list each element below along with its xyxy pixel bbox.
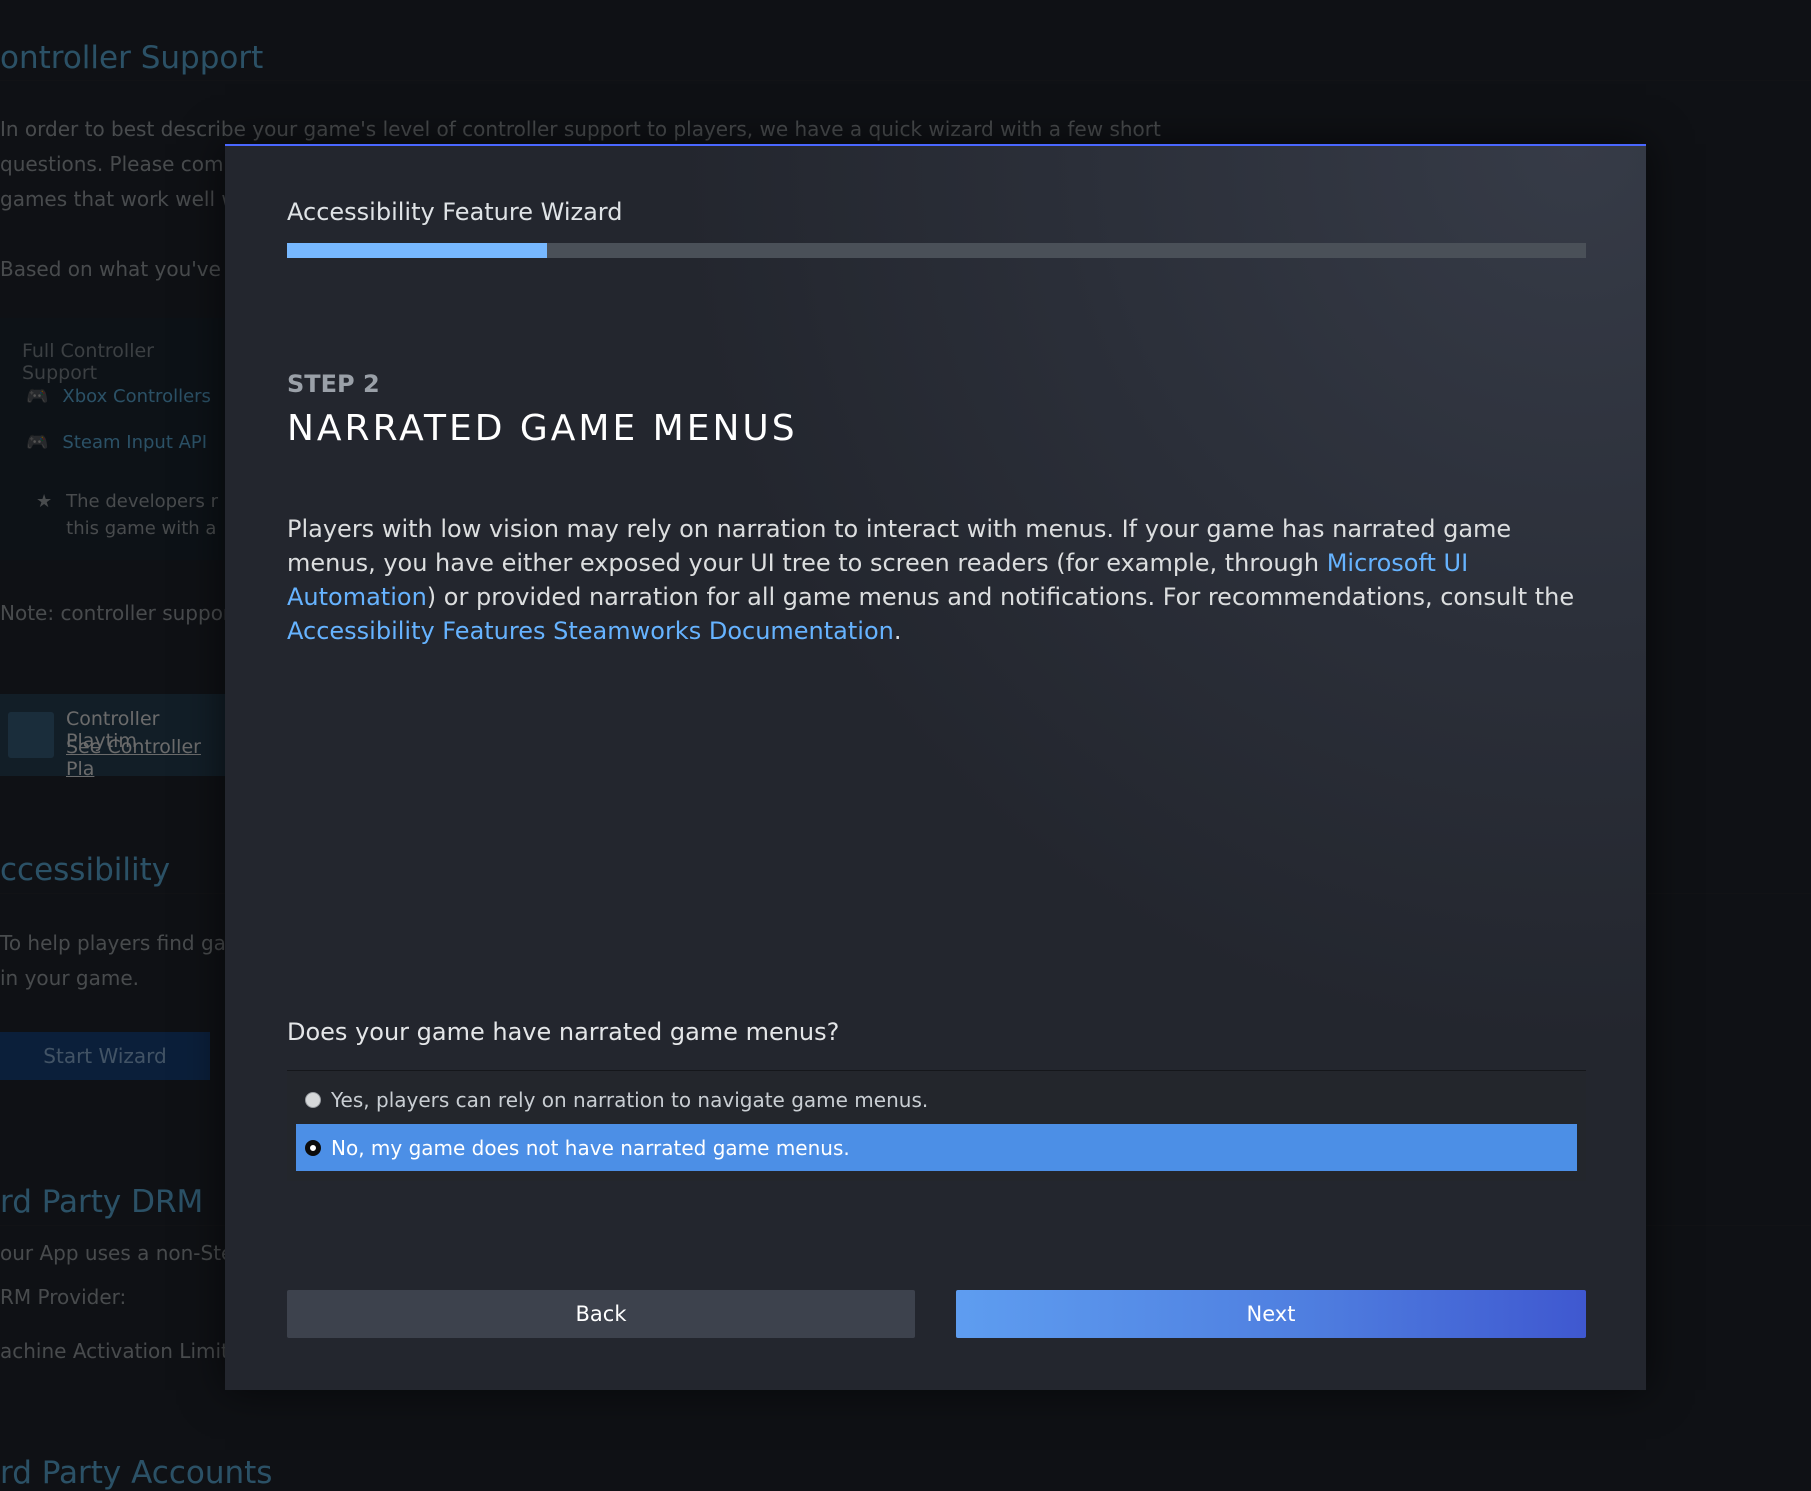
accounts-title: rd Party Accounts [0,1455,273,1491]
step-description: Players with low vision may rely on narr… [287,512,1587,648]
gamepad-icon: 🎮 [26,386,49,407]
option-label: No, my game does not have narrated game … [331,1135,850,1160]
panel-row-label: Steam Input API [62,432,208,453]
star-icon: ★ [36,491,53,512]
panel-note: ★ The developers r this game with a [36,488,218,542]
controller-support-title: ontroller Support [0,40,264,76]
divider [0,80,1811,81]
question-text: Does your game have narrated game menus? [287,1018,840,1046]
wizard-modal: Accessibility Feature Wizard STEP 2 NARR… [225,144,1646,1390]
description-text: . [893,617,902,645]
panel-row-xbox[interactable]: 🎮 Xbox Controllers [26,386,211,407]
option-yes[interactable]: Yes, players can rely on narration to na… [296,1076,1577,1123]
panel-note-line-2: this game with a [66,518,217,539]
controller-playtime-card: Controller Playtim See Controller Pla [0,694,226,780]
step-label: STEP 2 [287,370,380,398]
steam-input-icon: 🎮 [26,432,49,453]
start-wizard-button[interactable]: Start Wizard [0,1032,210,1080]
step-title: NARRATED GAME MENUS [287,408,798,449]
controller-support-panel: Full Controller Support 🎮 Xbox Controlle… [0,318,226,560]
back-button[interactable]: Back [287,1290,915,1338]
next-button[interactable]: Next [956,1290,1586,1338]
radio-button-unselected[interactable] [305,1091,321,1108]
panel-row-label: Xbox Controllers [62,386,211,407]
accessibility-title: ccessibility [0,852,171,888]
panel-header: Full Controller Support [22,340,154,384]
panel-row-steam-input[interactable]: 🎮 Steam Input API [26,432,207,453]
panel-note-line-1: The developers r [66,491,218,512]
playtime-card-link[interactable]: See Controller Pla [66,736,226,780]
drm-title: rd Party DRM [0,1184,204,1220]
option-label: Yes, players can rely on narration to na… [331,1087,929,1112]
wizard-progress-bar [287,243,1586,258]
answer-options: Yes, players can rely on narration to na… [287,1070,1586,1181]
description-text: ) or provided narration for all game men… [426,583,1575,611]
chart-icon [8,712,54,758]
wizard-title: Accessibility Feature Wizard [287,198,623,226]
accessibility-docs-link[interactable]: Accessibility Features Steamworks Docume… [287,617,894,645]
radio-button-selected[interactable] [305,1139,321,1156]
option-no[interactable]: No, my game does not have narrated game … [296,1124,1577,1171]
controller-intro-line-1: In order to best describe your game's le… [0,117,1161,141]
wizard-progress-fill [287,243,547,258]
